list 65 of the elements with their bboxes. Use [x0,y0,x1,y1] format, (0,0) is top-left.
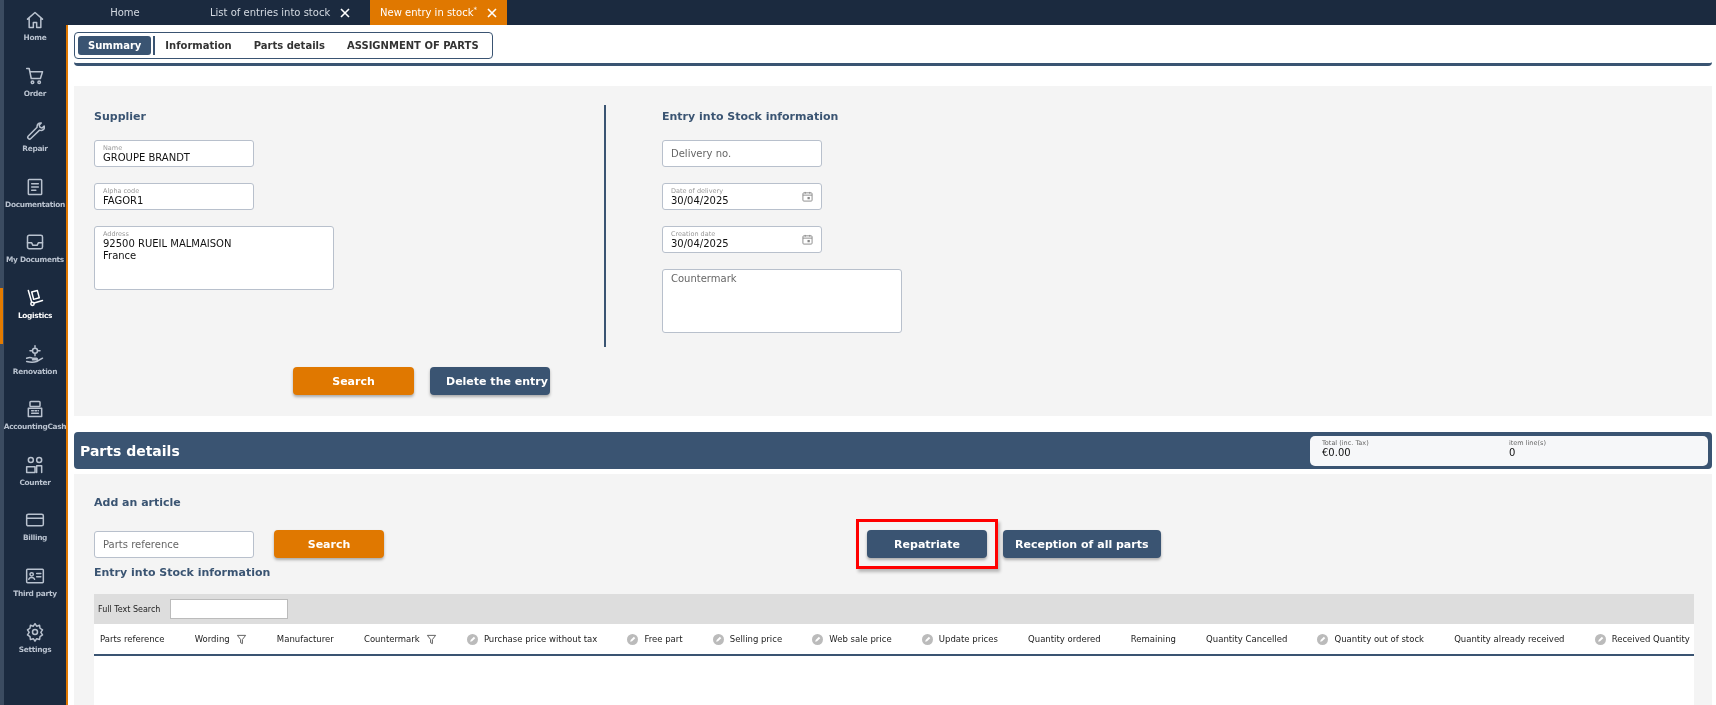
pencil-icon[interactable] [466,633,478,645]
settings-icon [25,621,45,642]
tab[interactable]: List of entries into stock [200,0,370,25]
input-field[interactable]: Parts reference [94,530,254,558]
placeholder-text: Countermark [671,273,738,284]
column-header[interactable]: Received Quantity [1594,633,1690,645]
section-title: Entry into Stock information [662,110,840,124]
wrench-icon [25,121,45,142]
column-header[interactable]: Quantity out of stock [1317,633,1424,645]
search-field[interactable] [170,599,289,619]
column-header[interactable]: Parts reference [100,634,165,644]
hand-truck-icon [25,287,45,308]
delete-button[interactable]: Delete the entry [430,367,550,395]
summary-value: 0 [1509,446,1517,458]
column-header[interactable]: Remaining [1130,634,1176,644]
subtab[interactable]: Information [153,36,242,55]
search-label: Full Text Search [98,604,161,614]
house-icon [25,10,45,30]
text-area[interactable]: Countermark [662,269,902,333]
pencil-icon[interactable] [812,633,824,645]
section-title: Parts details [80,442,180,459]
field-value: FAGOR1 [103,194,144,207]
section-title: Supplier [94,110,147,124]
field-value: 30/04/2025 [671,194,729,207]
column-header[interactable]: Free part [627,633,683,645]
subtab[interactable]: ASSIGNMENT OF PARTS [336,36,489,55]
action-button[interactable]: Repatriate [867,530,987,558]
field-value: 30/04/2025 [671,237,729,250]
calendar-icon[interactable] [802,234,813,245]
pencil-icon[interactable] [627,633,639,645]
summary-value: €0.00 [1322,446,1352,458]
calendar-icon[interactable] [802,191,813,202]
column-header[interactable]: Update prices [921,633,998,645]
cash-register-icon [25,399,45,420]
column-header[interactable]: Quantity Cancelled [1206,634,1288,644]
field-value: GROUPE BRANDT [103,151,190,164]
cart-icon [25,65,45,86]
field-value: 92500 RUEIL MALMAISON France [103,238,232,262]
column-header[interactable]: Selling price [712,633,783,645]
pencil-icon[interactable] [921,633,933,645]
placeholder-text: Parts reference [103,538,180,550]
gear-hand-icon [25,343,45,364]
filter-icon[interactable] [235,633,247,645]
pencil-icon[interactable] [1594,633,1606,645]
column-header[interactable]: Wording [194,633,247,645]
column-header[interactable]: Purchase price without tax [466,633,598,645]
input-field[interactable]: Delivery no. [662,140,822,167]
subtab[interactable]: Parts details [243,36,335,55]
action-button[interactable]: Reception of all parts [1003,530,1161,558]
pencil-icon[interactable] [1317,633,1329,645]
section-title: Entry into Stock information [94,566,272,580]
subtab[interactable]: Summary [78,36,152,55]
people-icon [25,454,45,475]
placeholder-text: Delivery no. [671,148,733,159]
document-icon [25,176,45,197]
column-header[interactable]: Quantity ordered [1028,634,1101,644]
column-header[interactable]: Quantity already received [1454,634,1565,644]
tab[interactable]: Home [80,0,200,25]
column-header[interactable]: Countermark [363,633,437,645]
pencil-icon[interactable] [712,633,724,645]
close-icon[interactable] [340,7,351,18]
filter-icon[interactable] [425,633,437,645]
column-header[interactable]: Manufacturer [276,634,334,644]
section-title: Add an article [94,496,182,510]
column-header[interactable]: Web sale price [812,633,892,645]
